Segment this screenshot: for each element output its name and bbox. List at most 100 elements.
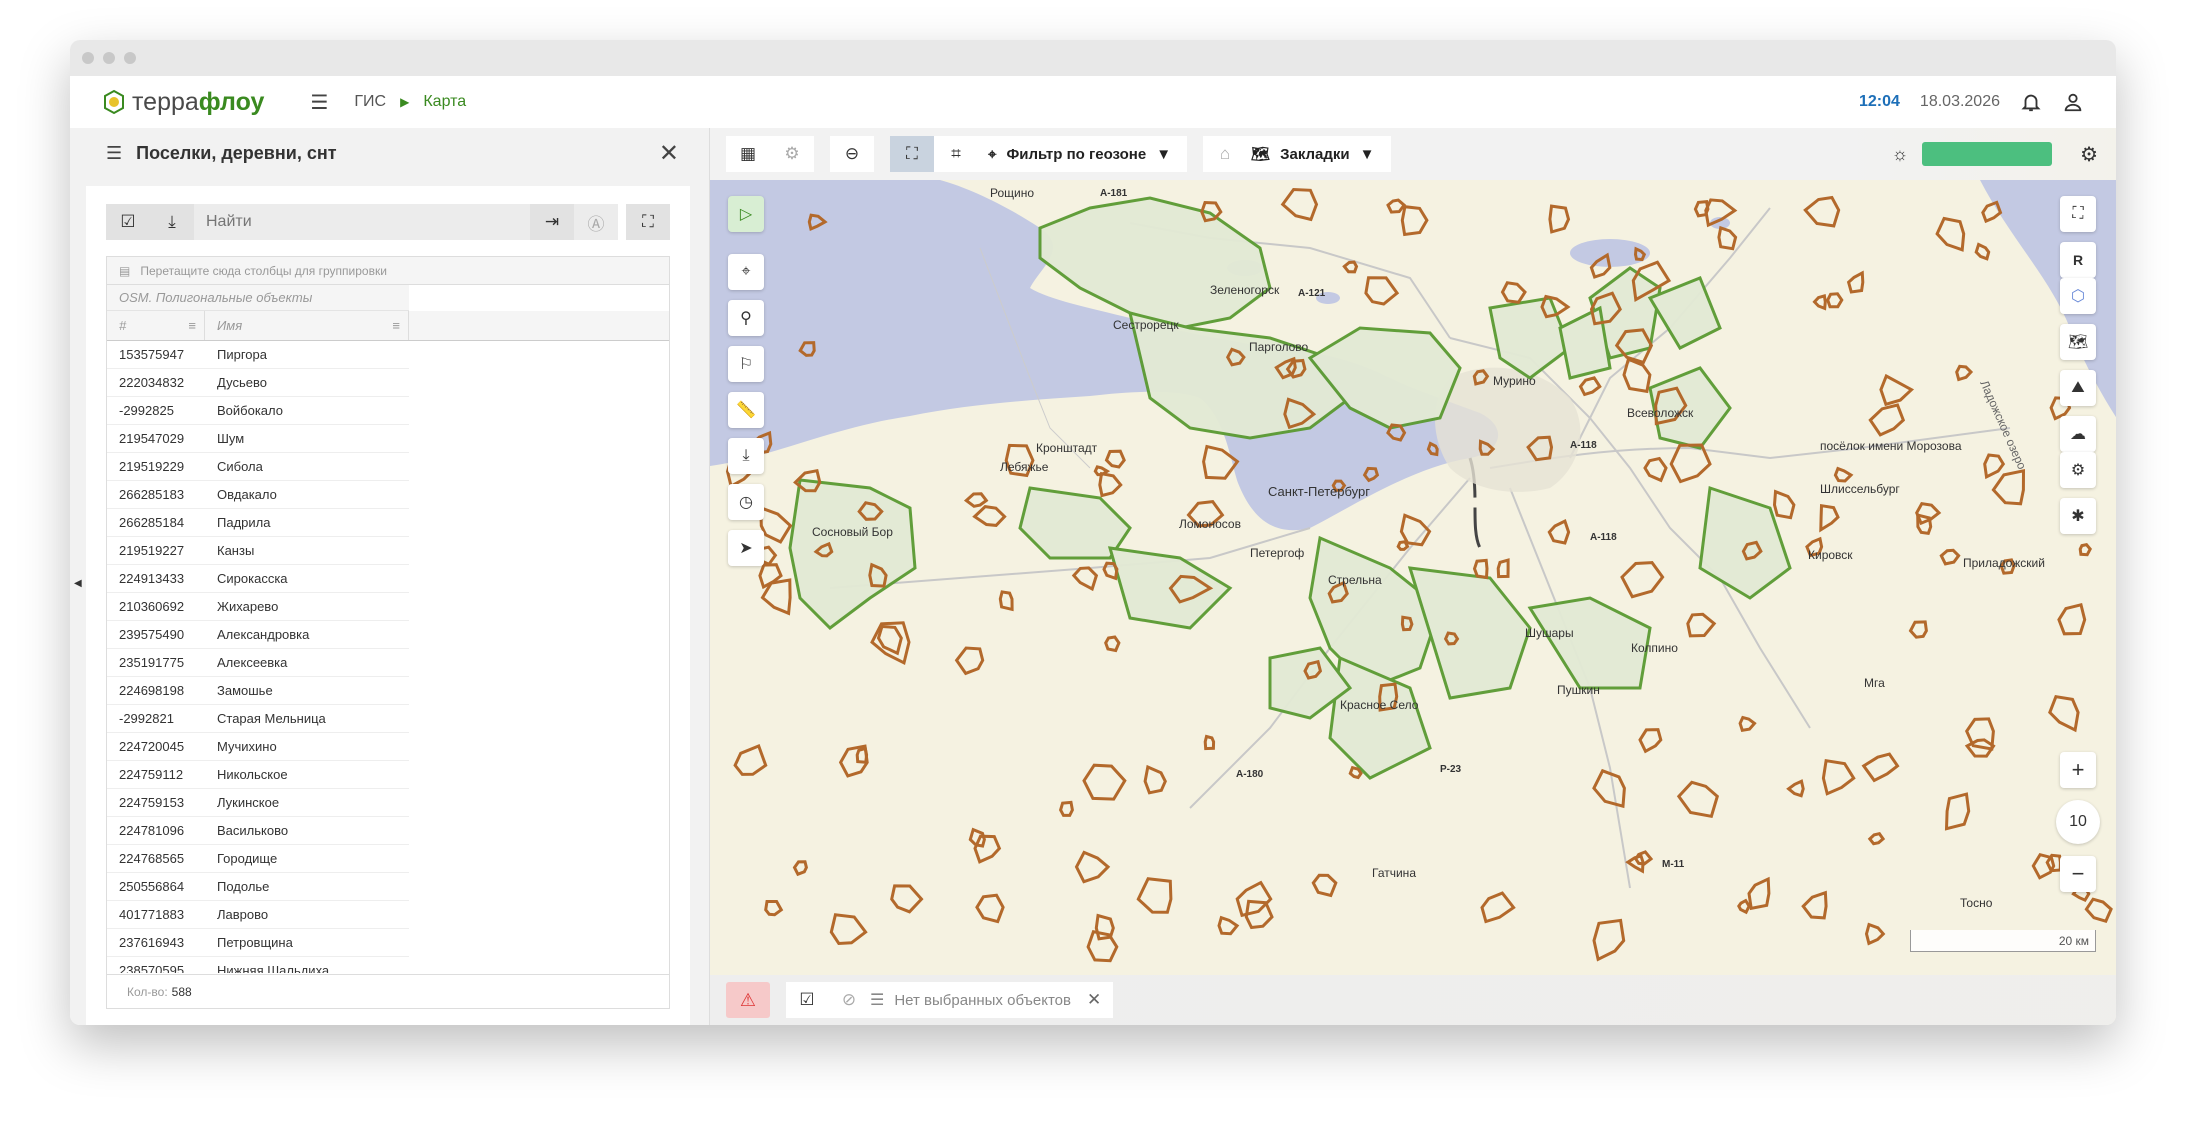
table-row[interactable]: 224720045 Мучихино	[107, 733, 409, 761]
hex-grid-icon[interactable]: ⬡	[2060, 278, 2096, 314]
map-label: Кировск	[1808, 548, 1853, 562]
table-row[interactable]: 224768565 Городище	[107, 845, 409, 873]
zoom-in-button[interactable]: +	[2060, 752, 2096, 788]
select-checkbox-icon[interactable]: ☑	[786, 982, 828, 1018]
expand-button[interactable]: ⛶	[626, 204, 670, 240]
formula-icon[interactable]: ✱	[2060, 498, 2096, 534]
scan-button[interactable]: ⌗	[934, 136, 978, 172]
map-label: Р-23	[1440, 764, 1462, 775]
fit-extent-button[interactable]: ⛶	[890, 136, 934, 172]
grid-footer: Кол-во: 588	[107, 974, 669, 1008]
window-minimize-dot[interactable]	[103, 52, 115, 64]
table-row[interactable]: 266285183 Овдакало	[107, 481, 409, 509]
geozone-filter-dropdown[interactable]: ⌖ Фильтр по геозоне ▼	[978, 146, 1187, 163]
table-row[interactable]: -2992821 Старая Мельница	[107, 705, 409, 733]
column-menu-icon[interactable]: ≡	[188, 318, 196, 333]
gear-icon[interactable]: ⚙	[770, 136, 814, 172]
zoom-out-button[interactable]: −	[2060, 856, 2096, 892]
select-all-button[interactable]: ☑	[106, 204, 150, 240]
table-row[interactable]: 239575490 Александровка	[107, 621, 409, 649]
row-name: Городище	[217, 851, 278, 866]
column-header-name[interactable]: Имя ≡	[205, 311, 409, 340]
row-id: 401771883	[119, 907, 185, 922]
chevron-down-icon: ▼	[1359, 145, 1375, 163]
breadcrumb-gis[interactable]: ГИС	[354, 93, 386, 111]
table-row[interactable]: 250556864 Подолье	[107, 873, 409, 901]
column-menu-icon[interactable]: ≡	[392, 318, 400, 333]
bookmarks-dropdown[interactable]: 🗺 Закладки ▼	[1247, 145, 1390, 164]
weather-icon[interactable]: ☁	[2060, 416, 2096, 452]
chevron-right-icon: ▶	[400, 95, 410, 109]
location-pin-icon: ⌖	[988, 145, 997, 163]
group-drop-zone[interactable]: ▤ Перетащите сюда столбцы для группировк…	[107, 257, 669, 285]
table-row[interactable]: 237616943 Петровщина	[107, 929, 409, 957]
r-button[interactable]: R	[2060, 242, 2096, 278]
table-row[interactable]: 219547029 Шум	[107, 425, 409, 453]
search-input[interactable]	[194, 204, 530, 240]
map-label: Тосно	[1960, 896, 1993, 910]
auto-icon[interactable]: Ⓐ	[574, 204, 618, 240]
bell-icon[interactable]	[2020, 91, 2042, 113]
table-row[interactable]: 401771883 Лаврово	[107, 901, 409, 929]
play-icon[interactable]: ▷	[728, 196, 764, 232]
hamburger-icon[interactable]: ☰	[310, 90, 328, 115]
terrain-icon[interactable]: ⛰	[2060, 370, 2096, 406]
table-row[interactable]: 266285184 Падрила	[107, 509, 409, 537]
table-row[interactable]: 224698198 Замошье	[107, 677, 409, 705]
table-row[interactable]: 224759153 Лукинское	[107, 789, 409, 817]
table-row[interactable]: 222034832 Дусьево	[107, 369, 409, 397]
table-row[interactable]: 224781096 Васильково	[107, 817, 409, 845]
data-grid: ▤ Перетащите сюда столбцы для группировк…	[106, 256, 670, 1009]
layers-list-button[interactable]: ▦	[726, 136, 770, 172]
close-icon[interactable]: ✕	[659, 139, 679, 168]
logo[interactable]: терра флоу	[102, 88, 264, 117]
table-row[interactable]: 153575947 Пиргора	[107, 341, 409, 369]
sun-icon[interactable]: ☼	[1892, 144, 1909, 165]
table-row[interactable]: 235191775 Алексеевка	[107, 649, 409, 677]
gear-icon[interactable]: ⚙	[2060, 452, 2096, 488]
user-icon[interactable]	[2062, 91, 2084, 113]
table-row[interactable]: -2992825 Войбокало	[107, 397, 409, 425]
table-row[interactable]: 224913433 Сирокасска	[107, 565, 409, 593]
navigate-icon[interactable]: ➤	[728, 530, 764, 566]
geozone-filter-label: Фильтр по геозоне	[1006, 145, 1147, 163]
column-header-id[interactable]: # ≡	[107, 311, 205, 340]
clock-icon[interactable]: ◷	[728, 484, 764, 520]
group-hint: Перетащите сюда столбцы для группировки	[140, 263, 387, 278]
gear-icon[interactable]: ⚙	[2080, 142, 2098, 167]
map-base-layer	[710, 180, 2116, 963]
map-label: Мга	[1864, 676, 1885, 690]
table-row[interactable]: 219519227 Канзы	[107, 537, 409, 565]
ruler-icon[interactable]: 📏	[728, 392, 764, 428]
search-icon[interactable]: ⚲	[728, 300, 764, 336]
table-row[interactable]: 210360692 Жихарево	[107, 593, 409, 621]
collapse-left-icon[interactable]: ◀	[74, 578, 82, 589]
download-icon[interactable]: ⤓	[728, 438, 764, 474]
map-layers-icon[interactable]: 🗺	[2060, 324, 2096, 360]
map-label: Сосновый Бор	[812, 525, 893, 539]
window-close-dot[interactable]	[82, 52, 94, 64]
warning-icon[interactable]: ⚠	[726, 982, 770, 1018]
crosshair-icon[interactable]: ⌖	[728, 254, 764, 290]
table-row[interactable]: 219519229 Сибола	[107, 453, 409, 481]
table-row[interactable]: 238570595 Нижняя Шальдиха	[107, 957, 409, 973]
hide-selection-icon[interactable]: ⊘	[828, 982, 870, 1018]
row-name: Дусьево	[217, 375, 267, 390]
fullscreen-icon[interactable]: ⛶	[2060, 196, 2096, 232]
zoom-out-search-icon[interactable]: ⊖	[830, 136, 874, 172]
breadcrumb-map[interactable]: Карта	[423, 93, 466, 111]
table-row[interactable]: 224759112 Никольское	[107, 761, 409, 789]
row-id: 224913433	[119, 571, 185, 586]
map-label: Кронштадт	[1036, 441, 1098, 455]
map-canvas[interactable]: Рощино А-181 Зеленогорск Сестрорецк Парг…	[710, 128, 2116, 1025]
row-id: 224781096	[119, 823, 185, 838]
download-button[interactable]: ⤓	[150, 204, 194, 240]
home-icon[interactable]: ⌂	[1203, 136, 1247, 172]
pin-icon[interactable]: ⚐	[728, 346, 764, 382]
window-maximize-dot[interactable]	[124, 52, 136, 64]
status-bar[interactable]	[1922, 142, 2053, 166]
row-id: 224720045	[119, 739, 185, 754]
close-icon[interactable]: ✕	[1087, 990, 1101, 1010]
export-button[interactable]: ⇥	[530, 204, 574, 240]
row-id: 219547029	[119, 431, 185, 446]
